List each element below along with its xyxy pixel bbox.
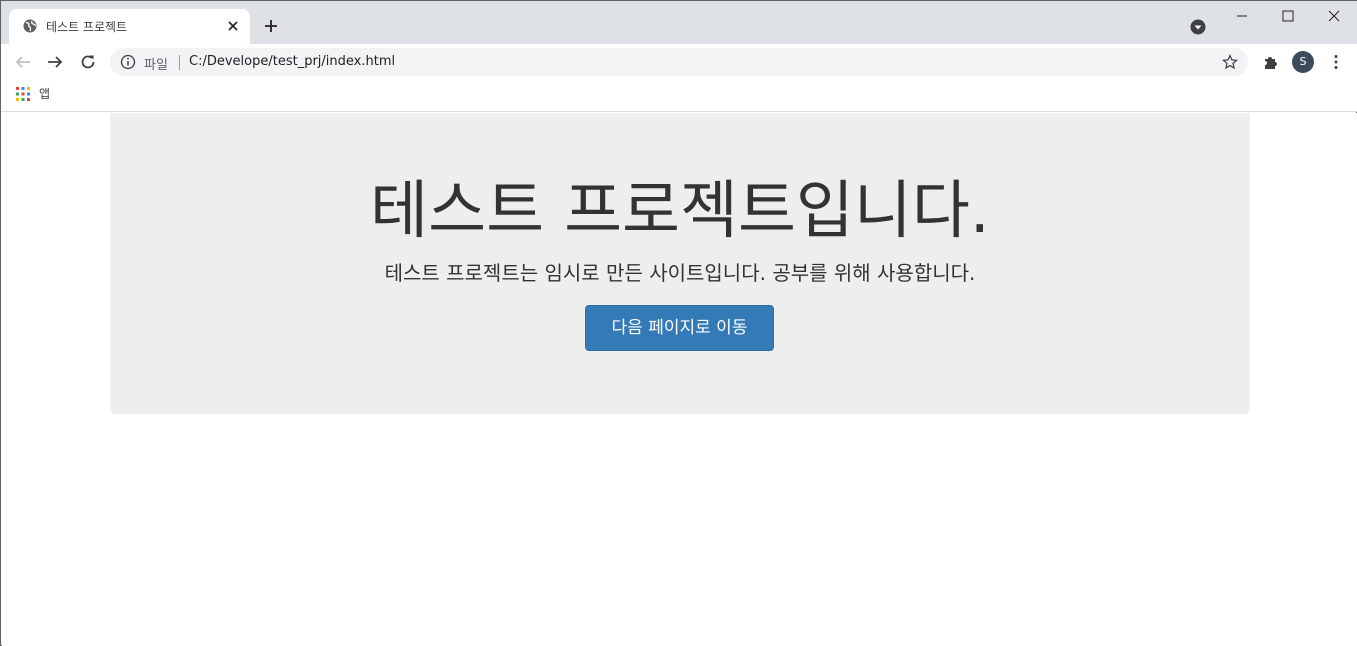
browser-window: 테스트 프로젝트 파일 C:/Develope/test_prj/index.h… xyxy=(0,0,1357,646)
close-icon[interactable] xyxy=(225,18,241,34)
browser-tab[interactable]: 테스트 프로젝트 xyxy=(9,9,250,44)
reload-icon[interactable] xyxy=(79,53,97,71)
forward-arrow-icon[interactable] xyxy=(46,53,64,71)
page-heading: 테스트 프로젝트입니다. xyxy=(370,174,990,247)
browser-toolbar: 파일 C:/Develope/test_prj/index.html S xyxy=(1,44,1357,80)
apps-grid-icon[interactable] xyxy=(16,87,30,101)
profile-avatar[interactable]: S xyxy=(1292,51,1314,73)
maximize-icon[interactable] xyxy=(1281,9,1295,23)
lead-text: 테스트 프로젝트는 임시로 만든 사이트입니다. 공부를 위해 사용합니다. xyxy=(384,261,976,285)
file-scheme-label: 파일 xyxy=(144,58,168,73)
tab-search-icon[interactable] xyxy=(1190,19,1206,35)
url-text[interactable]: C:/Develope/test_prj/index.html xyxy=(189,54,395,69)
next-page-button[interactable]: 다음 페이지로 이동 xyxy=(585,305,774,351)
puzzle-icon[interactable] xyxy=(1262,53,1280,71)
globe-icon xyxy=(23,19,37,33)
jumbotron: 테스트 프로젝트입니다. 테스트 프로젝트는 임시로 만든 사이트입니다. 공부… xyxy=(110,113,1250,414)
back-arrow-icon[interactable] xyxy=(14,53,32,71)
omnibox-divider xyxy=(179,55,180,70)
tab-title: 테스트 프로젝트 xyxy=(46,20,128,34)
plus-icon[interactable] xyxy=(262,17,280,35)
page-viewport: 테스트 프로젝트입니다. 테스트 프로젝트는 임시로 만든 사이트입니다. 공부… xyxy=(2,113,1357,646)
address-bar[interactable]: 파일 C:/Develope/test_prj/index.html xyxy=(110,48,1248,76)
bookmarks-bar: 앱 xyxy=(1,80,1357,112)
more-vertical-icon[interactable] xyxy=(1327,53,1345,71)
star-icon[interactable] xyxy=(1222,54,1238,70)
tab-strip: 테스트 프로젝트 xyxy=(1,1,1357,44)
window-close-icon[interactable] xyxy=(1327,9,1341,23)
minimize-icon[interactable] xyxy=(1235,9,1249,23)
apps-bookmark-label[interactable]: 앱 xyxy=(39,85,50,102)
info-icon[interactable] xyxy=(120,54,136,70)
